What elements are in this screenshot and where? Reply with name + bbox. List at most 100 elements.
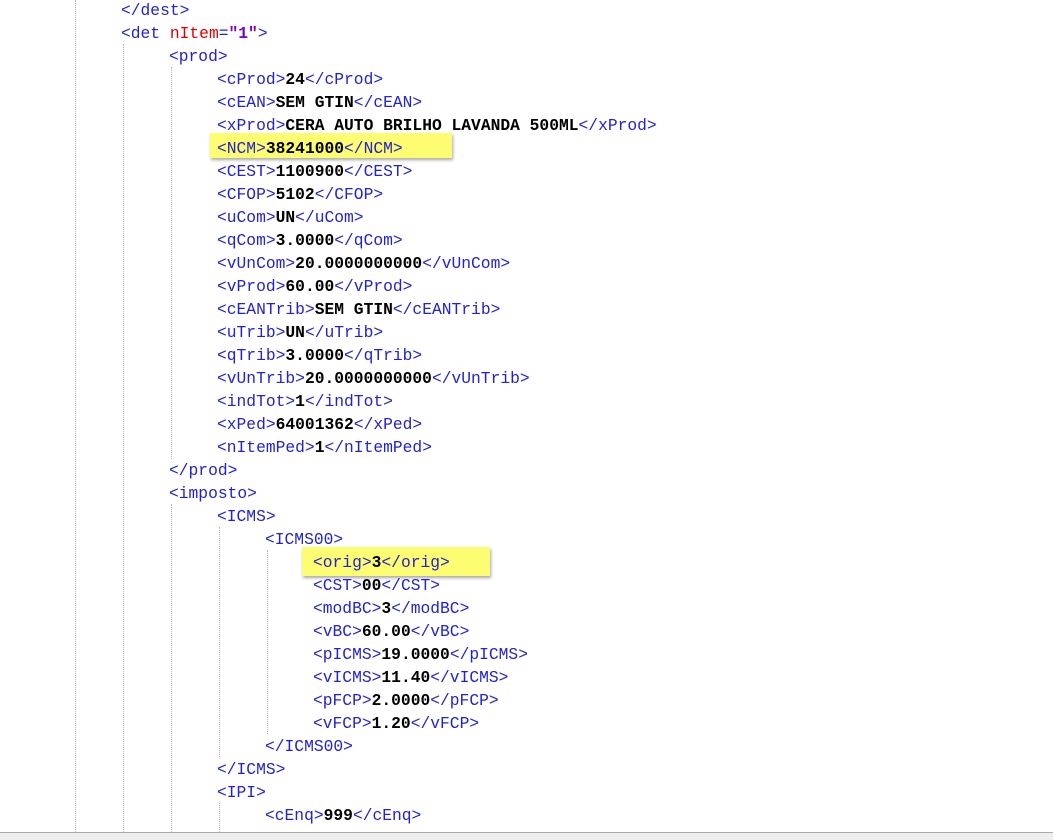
code-line[interactable]: <cEnq>999</cEnq> bbox=[0, 804, 421, 827]
xml-value: 20.0000000000 bbox=[304, 369, 432, 388]
xml-tag: </prod> bbox=[169, 461, 238, 480]
code-line[interactable]: <ICMS00> bbox=[0, 528, 343, 551]
xml-open-tag: <indTot> bbox=[217, 392, 296, 411]
code-line[interactable]: <vUnCom>20.0000000000</vUnCom> bbox=[0, 252, 510, 275]
code-line[interactable]: <modBC>3</modBC> bbox=[0, 597, 469, 620]
xml-value: 5102 bbox=[275, 185, 315, 204]
xml-value: 2.0000 bbox=[371, 691, 431, 710]
code-line[interactable]: <xProd>CERA AUTO BRILHO LAVANDA 500ML</x… bbox=[0, 114, 657, 137]
xml-value: 11.40 bbox=[381, 668, 431, 687]
xml-close-tag: </vFCP> bbox=[410, 714, 480, 733]
xml-open-tag: <qTrib> bbox=[217, 346, 286, 365]
code-line[interactable]: </ICMS00> bbox=[0, 735, 353, 758]
code-line[interactable]: </ICMS> bbox=[0, 758, 285, 781]
xml-value: 19.0000 bbox=[381, 645, 450, 664]
code-line[interactable]: <vUnTrib>20.0000000000</vUnTrib> bbox=[0, 367, 530, 390]
code-line[interactable]: <CST>00</CST> bbox=[0, 574, 440, 597]
xml-attribute-value: "1" bbox=[228, 24, 258, 43]
xml-value: 1.20 bbox=[371, 714, 411, 733]
xml-value: 1 bbox=[314, 438, 325, 457]
xml-close-tag: </qCom> bbox=[334, 231, 403, 250]
xml-close-tag: </vBC> bbox=[410, 622, 470, 641]
xml-open-tag: <vFCP> bbox=[313, 714, 372, 733]
code-line[interactable]: <vICMS>11.40</vICMS> bbox=[0, 666, 508, 689]
xml-open-tag: <NCM> bbox=[217, 139, 266, 158]
xml-open-tag: <pICMS> bbox=[313, 645, 382, 664]
code-line[interactable]: <pICMS>19.0000</pICMS> bbox=[0, 643, 528, 666]
code-line[interactable]: <pFCP>2.0000</pFCP> bbox=[0, 689, 499, 712]
code-line[interactable]: <CFOP>5102</CFOP> bbox=[0, 183, 383, 206]
code-line[interactable]: <xPed>64001362</xPed> bbox=[0, 413, 422, 436]
xml-close-tag: </qTrib> bbox=[344, 346, 423, 365]
code-line[interactable]: <IPI> bbox=[0, 781, 266, 804]
xml-tag: </ICMS00> bbox=[265, 737, 353, 756]
xml-tag: <IPI> bbox=[217, 783, 266, 802]
code-line[interactable]: </prod> bbox=[0, 459, 237, 482]
xml-value: SEM GTIN bbox=[275, 93, 354, 112]
xml-value: 24 bbox=[285, 70, 305, 89]
xml-open-tag: <xPed> bbox=[217, 415, 276, 434]
xml-open-tag: <cEANTrib> bbox=[217, 300, 315, 319]
xml-tag: <imposto> bbox=[169, 484, 257, 503]
xml-close-tag: </uTrib> bbox=[304, 323, 384, 342]
xml-attribute-name: nItem bbox=[169, 24, 219, 43]
xml-close-tag: </modBC> bbox=[391, 599, 470, 618]
code-line[interactable]: <ICMS> bbox=[0, 505, 276, 528]
xml-open-tag: <CEST> bbox=[217, 162, 276, 181]
code-line[interactable]: <det nItem="1"> bbox=[0, 22, 268, 45]
code-line[interactable]: <imposto> bbox=[0, 482, 257, 505]
xml-close-tag: </cEAN> bbox=[353, 93, 423, 112]
xml-value: 64001362 bbox=[275, 415, 354, 434]
xml-close-tag: </cEANTrib> bbox=[392, 300, 501, 319]
code-line[interactable]: <nItemPed>1</nItemPed> bbox=[0, 436, 432, 459]
code-line[interactable]: <vBC>60.00</vBC> bbox=[0, 620, 469, 643]
code-line[interactable]: <qCom>3.0000</qCom> bbox=[0, 229, 403, 252]
xml-editor[interactable]: </dest> <det nItem="1"> <prod> <cProd>24… bbox=[0, 0, 1053, 832]
code-line-ncm[interactable]: <NCM>38241000</NCM> bbox=[0, 137, 403, 160]
code-line[interactable]: <qTrib>3.0000</qTrib> bbox=[0, 344, 422, 367]
code-line[interactable]: <cEAN>SEM GTIN</cEAN> bbox=[0, 91, 422, 114]
xml-close-tag: </CST> bbox=[381, 576, 441, 595]
code-line-orig[interactable]: <orig>3</orig> bbox=[0, 551, 450, 574]
xml-close-tag: </vUnCom> bbox=[422, 254, 511, 273]
xml-value: 1 bbox=[295, 392, 305, 411]
xml-close-tag: </CFOP> bbox=[314, 185, 384, 204]
xml-value: 1100900 bbox=[275, 162, 345, 181]
xml-open-tag: <xProd> bbox=[217, 116, 286, 135]
xml-open-tag: <vProd> bbox=[217, 277, 286, 296]
xml-close-tag: </pICMS> bbox=[449, 645, 528, 664]
xml-open-tag: <nItemPed> bbox=[217, 438, 315, 457]
code-line[interactable]: <uCom>UN</uCom> bbox=[0, 206, 364, 229]
xml-value: SEM GTIN bbox=[314, 300, 393, 319]
xml-close-tag: </xProd> bbox=[578, 116, 657, 135]
xml-tag: <ICMS> bbox=[217, 507, 276, 526]
code-line[interactable]: <indTot>1</indTot> bbox=[0, 390, 393, 413]
xml-close-tag: </vICMS> bbox=[430, 668, 509, 687]
code-line[interactable]: <uTrib>UN</uTrib> bbox=[0, 321, 383, 344]
xml-value: 999 bbox=[323, 806, 353, 825]
xml-open-tag: <uTrib> bbox=[217, 323, 286, 342]
code-line[interactable]: </dest> bbox=[0, 0, 189, 22]
xml-close-tag: </NCM> bbox=[344, 139, 403, 158]
xml-tag: <ICMS00> bbox=[265, 530, 344, 549]
xml-close-tag: </vProd> bbox=[334, 277, 413, 296]
xml-tag: </ICMS> bbox=[217, 760, 286, 779]
xml-open-tag: <vUnTrib> bbox=[217, 369, 305, 388]
code-line[interactable]: <CEST>1100900</CEST> bbox=[0, 160, 412, 183]
code-line[interactable]: <vFCP>1.20</vFCP> bbox=[0, 712, 479, 735]
xml-value: UN bbox=[275, 208, 296, 227]
xml-value: 3.0000 bbox=[285, 346, 345, 365]
xml-value: 20.0000000000 bbox=[295, 254, 423, 273]
code-line[interactable]: <prod> bbox=[0, 45, 228, 68]
xml-open-tag: <vUnCom> bbox=[217, 254, 296, 273]
xml-open-tag: <modBC> bbox=[313, 599, 382, 618]
code-line[interactable]: <vProd>60.00</vProd> bbox=[0, 275, 412, 298]
xml-value: CERA AUTO BRILHO LAVANDA 500ML bbox=[285, 116, 579, 135]
xml-close-tag: </pFCP> bbox=[430, 691, 499, 710]
code-line[interactable]: <cEANTrib>SEM GTIN</cEANTrib> bbox=[0, 298, 500, 321]
xml-tag: <prod> bbox=[169, 47, 228, 66]
xml-value: UN bbox=[285, 323, 305, 342]
xml-tag: <det bbox=[121, 24, 170, 43]
xml-open-tag: <vBC> bbox=[313, 622, 362, 641]
code-line[interactable]: <cProd>24</cProd> bbox=[0, 68, 383, 91]
